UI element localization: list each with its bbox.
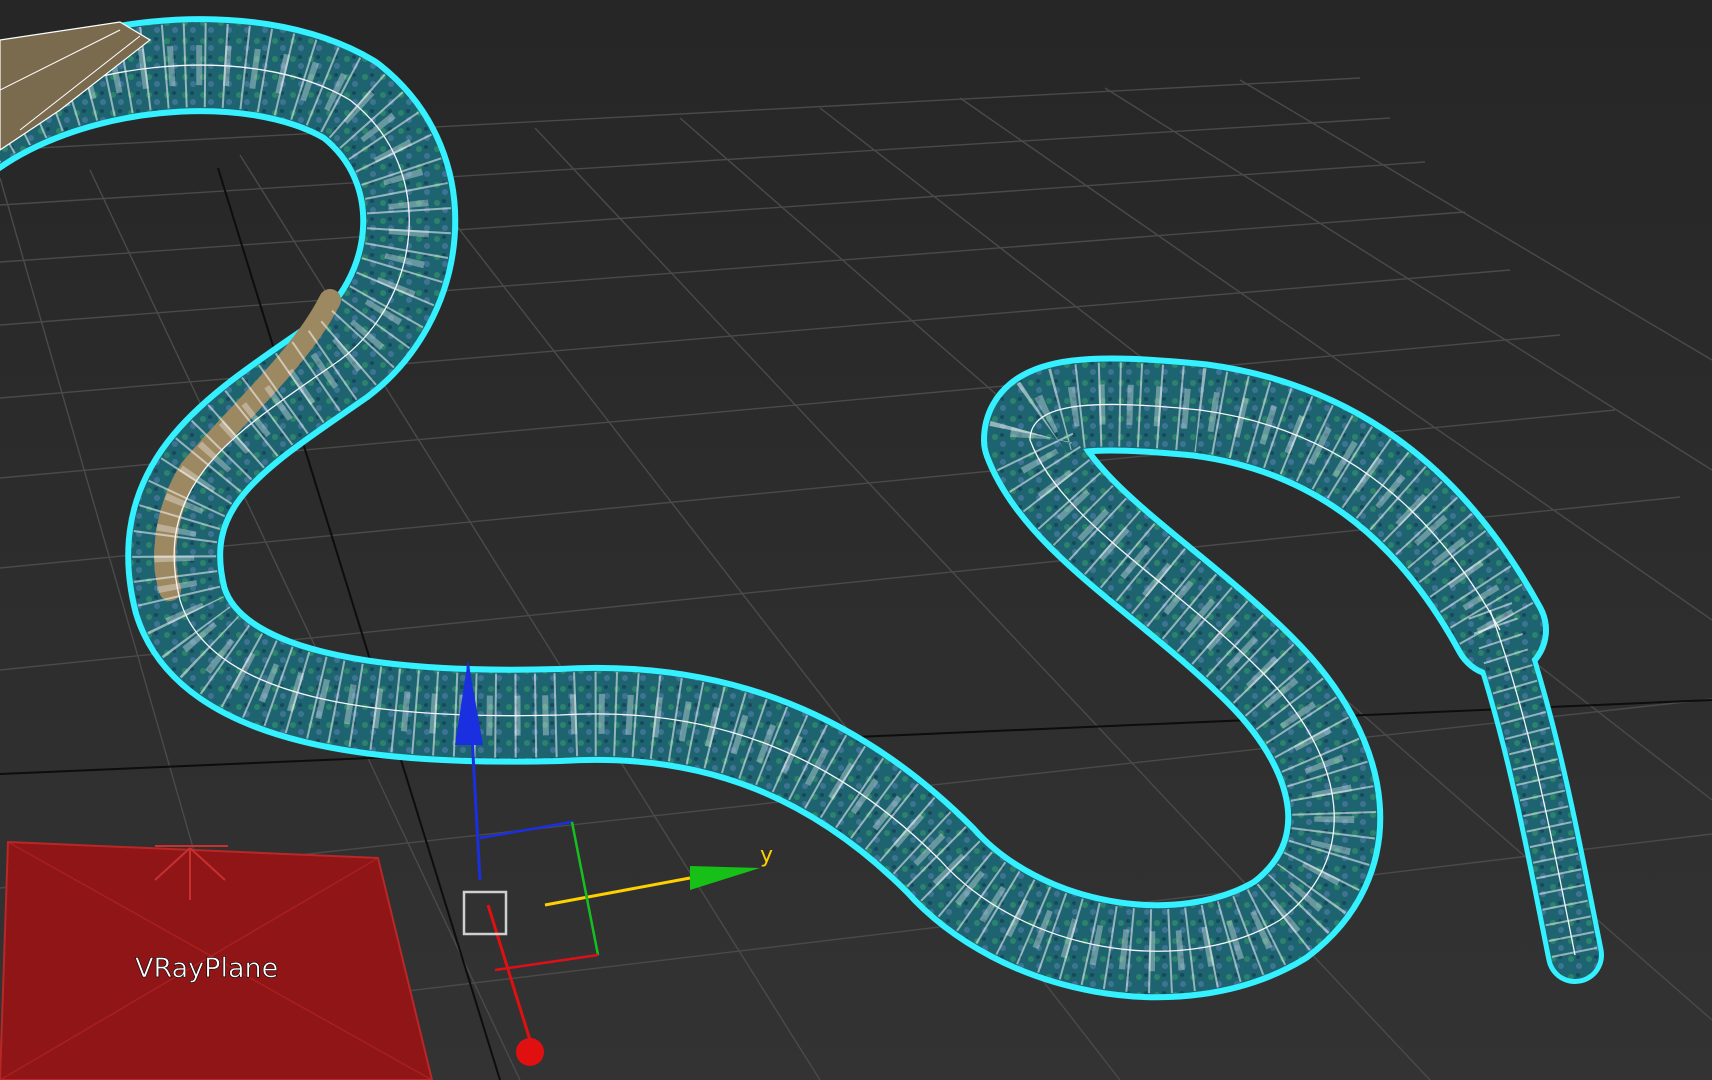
viewport-canvas[interactable]: VRayPlane y (0, 0, 1712, 1080)
vray-plane[interactable]: VRayPlane (0, 840, 434, 1080)
gizmo-x-arrow[interactable] (516, 1038, 544, 1066)
perspective-viewport[interactable]: VRayPlane y (0, 0, 1712, 1080)
gizmo-y-label: y (760, 843, 773, 868)
vray-plane-label: VRayPlane (135, 953, 278, 984)
